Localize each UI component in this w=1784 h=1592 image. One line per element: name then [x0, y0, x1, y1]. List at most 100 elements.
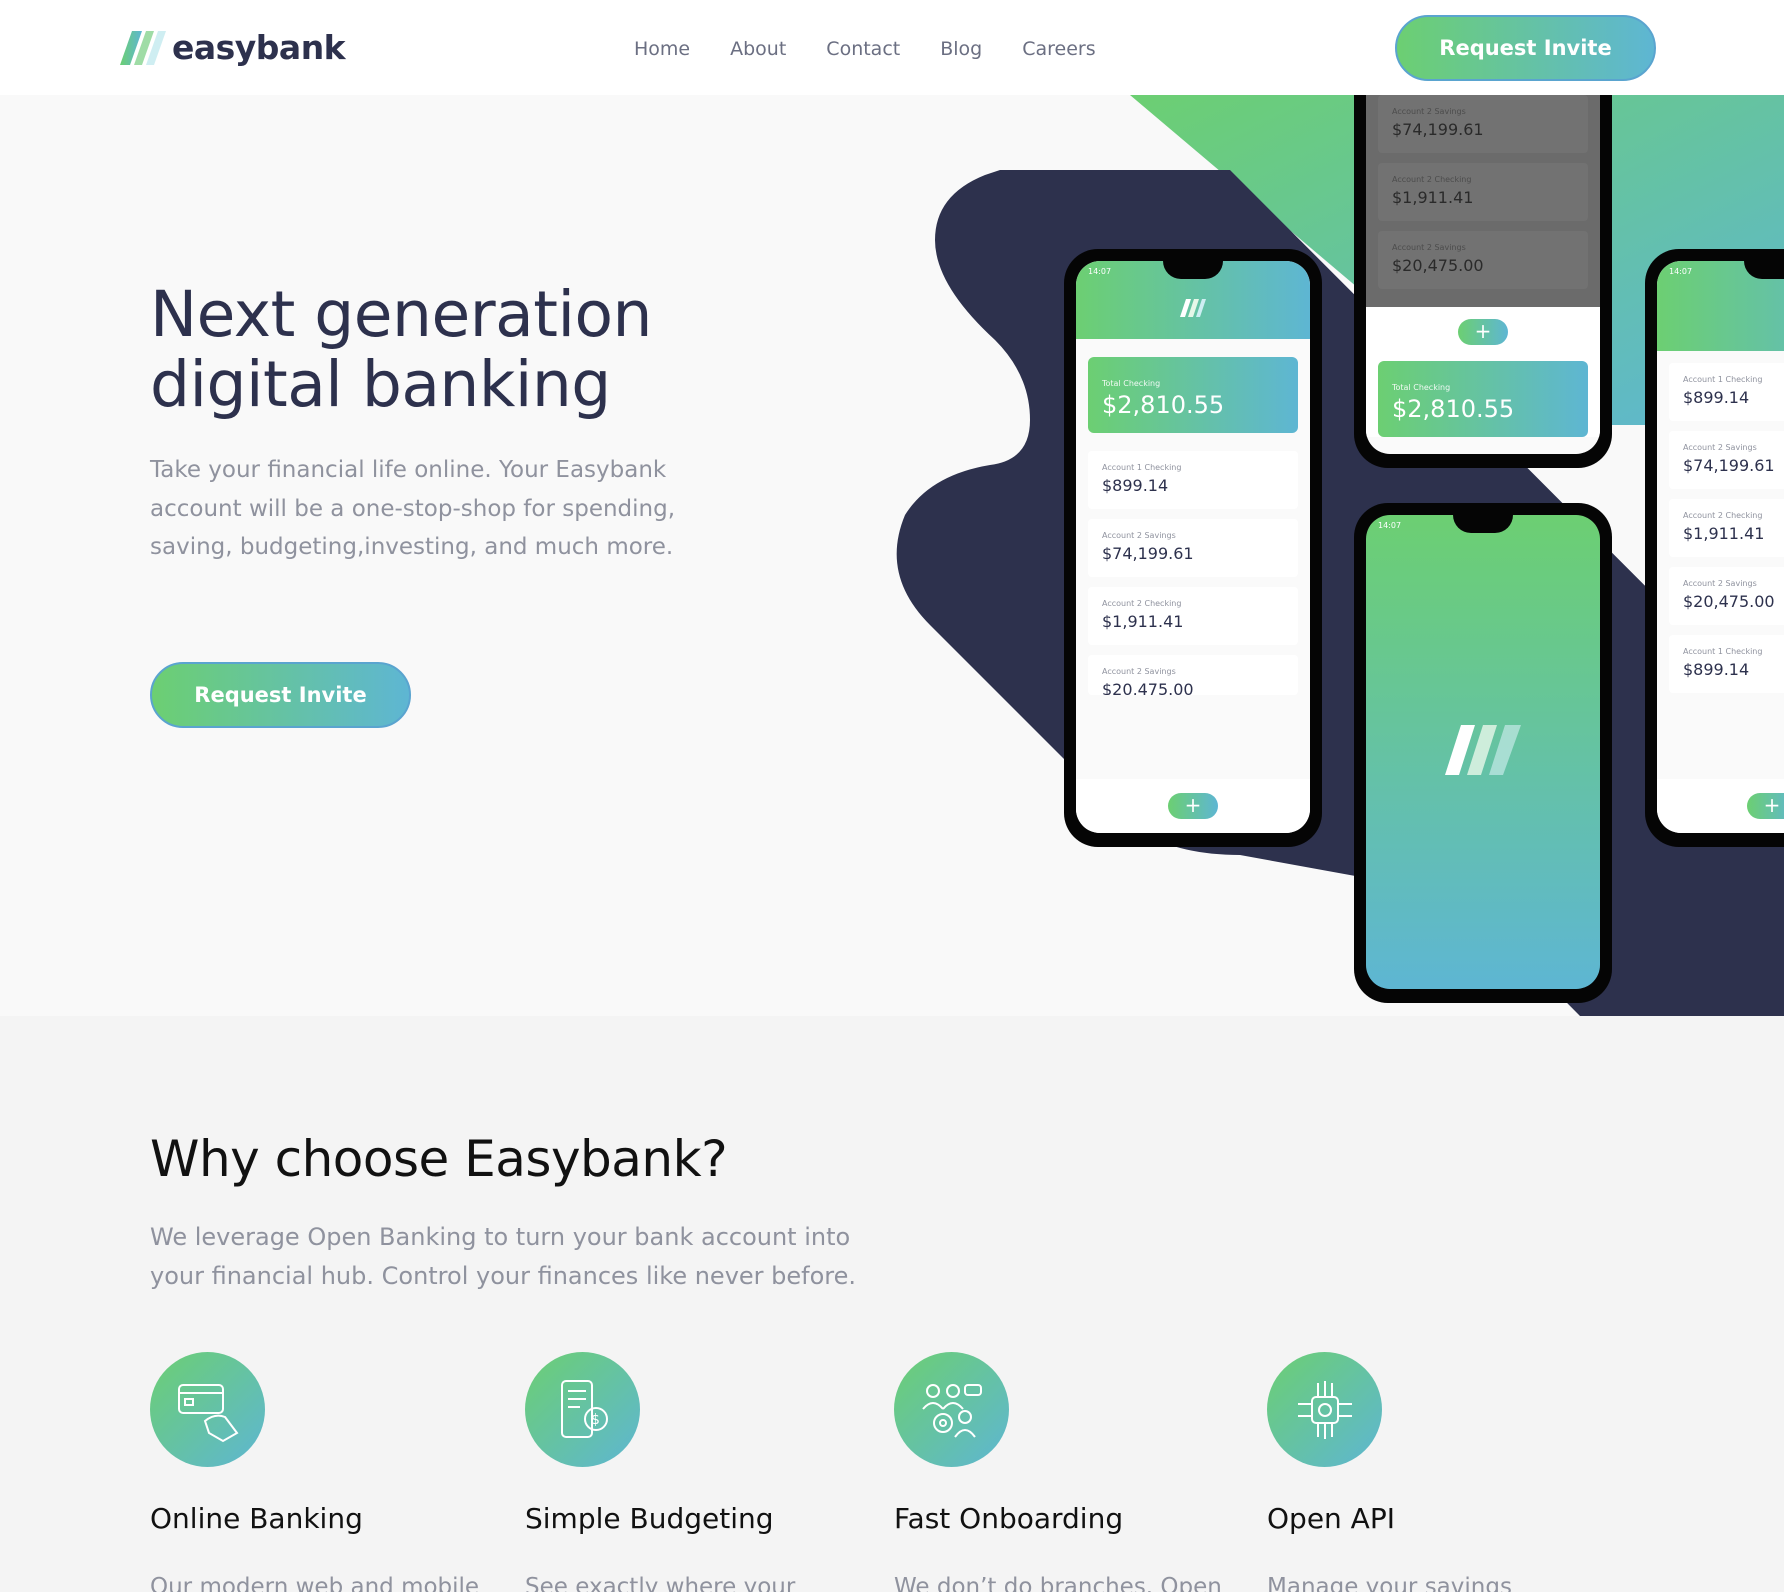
- phone-logo-icon: [1180, 299, 1206, 317]
- phone-budget-icon: $: [525, 1352, 640, 1467]
- phone-sheet: + Total Checking $2,810.55: [1366, 307, 1600, 437]
- phone-status-time: 14:07: [1669, 267, 1693, 276]
- total-label: Total Checking: [1102, 379, 1161, 388]
- phone-status-time: 14:07: [1378, 521, 1402, 530]
- phone-mockup-top: Account 2 Savings $74,199.61 Account 2 Ch…: [1354, 95, 1612, 468]
- account-amount: $1,911.41: [1683, 524, 1765, 543]
- account-label: Account 2 Checking: [1102, 599, 1182, 608]
- total-checking-card: Total Checking $2,810.55: [1088, 357, 1298, 433]
- feature-title: Fast Onboarding: [894, 1502, 1124, 1535]
- nav-link-careers[interactable]: Careers: [1022, 38, 1095, 60]
- top-navigation: easybank Home About Contact Blog Careers…: [0, 0, 1784, 95]
- phone-screen: 14:07 Account 1 Checking $899.14 Account …: [1657, 261, 1784, 833]
- feature-online-banking: Online Banking Our modern web and mobile: [150, 1352, 490, 1592]
- feature-desc: See exactly where your: [525, 1574, 796, 1592]
- feature-desc: Manage your savings: [1267, 1574, 1512, 1592]
- account-label: Account 2 Savings: [1683, 579, 1757, 588]
- nav-links: Home About Contact Blog Careers: [634, 38, 1136, 60]
- nav-link-contact[interactable]: Contact: [826, 38, 900, 60]
- brand-name: easybank: [172, 28, 346, 67]
- account-label: Account 2 Savings: [1392, 107, 1466, 116]
- account-label: Account 1 Checking: [1683, 647, 1763, 656]
- account-row: Account 2 Checking $1,911.41: [1669, 499, 1784, 557]
- phone-mockup-splash: 14:07: [1354, 503, 1612, 1003]
- splash-logo-icon: [1445, 725, 1521, 775]
- account-amount: $899.14: [1683, 388, 1750, 407]
- phone-account-list: Account 1 Checking $899.14 Account 2 Savi…: [1657, 351, 1784, 693]
- nav-link-blog[interactable]: Blog: [940, 38, 982, 60]
- account-amount: $899.14: [1683, 660, 1750, 679]
- account-amount: $74,199.61: [1392, 120, 1484, 139]
- account-amount: $74,199.61: [1683, 456, 1775, 475]
- total-amount: $2,810.55: [1392, 395, 1515, 423]
- feature-desc: We don’t do branches. Open: [894, 1574, 1222, 1592]
- why-title: Why choose Easybank?: [150, 1130, 728, 1188]
- account-row: Account 2 Checking $1,911.41: [1088, 587, 1298, 645]
- phone-header: 14:07: [1657, 261, 1784, 351]
- feature-title: Online Banking: [150, 1502, 363, 1535]
- why-subtitle: We leverage Open Banking to turn your ba…: [150, 1223, 857, 1290]
- account-amount: $20,475.00: [1392, 256, 1484, 275]
- phone-footer: +: [1076, 779, 1310, 833]
- account-amount: $1,911.41: [1102, 612, 1184, 631]
- account-label: Account 2 Checking: [1683, 511, 1763, 520]
- account-amount: $20,475.00: [1102, 680, 1194, 695]
- account-row: Account 1 Checking $899.14: [1669, 635, 1784, 693]
- card-hand-icon: [150, 1352, 265, 1467]
- hero-section: Next generation digital banking Take you…: [0, 95, 1784, 1016]
- nav-link-home[interactable]: Home: [634, 38, 690, 60]
- feature-fast-onboarding: Fast Onboarding We don’t do branches. Op…: [894, 1352, 1234, 1592]
- phone-status-time: 14:07: [1088, 267, 1112, 276]
- feature-title: Open API: [1267, 1502, 1395, 1535]
- nav-link-about[interactable]: About: [730, 38, 786, 60]
- account-label: Account 2 Checking: [1392, 175, 1472, 184]
- nav-request-invite-button[interactable]: Request Invite: [1395, 15, 1656, 81]
- account-label: Account 1 Checking: [1102, 463, 1182, 472]
- add-button[interactable]: +: [1458, 319, 1508, 345]
- feature-desc: Our modern web and mobile: [150, 1574, 480, 1592]
- hero-request-invite-button[interactable]: Request Invite: [150, 662, 411, 728]
- feature-open-api: Open API Manage your savings: [1267, 1352, 1607, 1592]
- phone-header: 14:07: [1076, 261, 1310, 339]
- hero-title-line2: digital banking: [150, 348, 611, 421]
- svg-text:$: $: [591, 1412, 600, 1428]
- account-row: Account 2 Savings $74,199.61: [1669, 431, 1784, 489]
- chip-api-icon: [1267, 1352, 1382, 1467]
- phone-mockup-left: 14:07 Total Checking $2,810.55 Account 1…: [1064, 249, 1322, 847]
- account-row: Account 2 Savings $20,475.00: [1378, 231, 1588, 289]
- feature-title: Simple Budgeting: [525, 1502, 774, 1535]
- account-row: Account 1 Checking $899.14: [1669, 363, 1784, 421]
- feature-simple-budgeting: $ Simple Budgeting See exactly where you…: [525, 1352, 865, 1592]
- hero-subtitle: Take your financial life online. Your Ea…: [150, 457, 676, 560]
- logo-stripes-icon: [120, 30, 166, 65]
- account-row: Account 1 Checking $899.14: [1088, 451, 1298, 509]
- account-label: Account 2 Savings: [1392, 243, 1466, 252]
- account-label: Account 2 Savings: [1683, 443, 1757, 452]
- total-checking-card: Total Checking $2,810.55: [1378, 361, 1588, 437]
- account-row: Account 2 Savings $20,475.00: [1669, 567, 1784, 625]
- account-row: Account 2 Savings $74,199.61: [1378, 95, 1588, 153]
- total-amount: $2,810.55: [1102, 391, 1225, 419]
- hero-title-line1: Next generation: [150, 278, 652, 351]
- phone-screen: 14:07 Total Checking $2,810.55 Account 1…: [1076, 261, 1310, 833]
- add-button[interactable]: +: [1168, 793, 1218, 819]
- account-amount: $20,475.00: [1683, 592, 1775, 611]
- account-label: Account 2 Savings: [1102, 667, 1176, 676]
- account-label: Account 2 Savings: [1102, 531, 1176, 540]
- phone-footer: +: [1657, 779, 1784, 833]
- brand-logo[interactable]: easybank: [120, 28, 346, 67]
- phone-mockup-right: 14:07 Account 1 Checking $899.14 Account …: [1645, 249, 1784, 847]
- account-amount: $899.14: [1102, 476, 1169, 495]
- phone-screen: 14:07: [1366, 515, 1600, 989]
- account-row: Account 2 Savings $74,199.61: [1088, 519, 1298, 577]
- account-amount: $74,199.61: [1102, 544, 1194, 563]
- account-amount: $1,911.41: [1392, 188, 1474, 207]
- account-row: Account 2 Savings $20,475.00: [1088, 655, 1298, 695]
- account-row: Account 2 Checking $1,911.41: [1378, 163, 1588, 221]
- total-label: Total Checking: [1392, 383, 1451, 392]
- team-onboarding-icon: [894, 1352, 1009, 1467]
- hero-title: Next generation digital banking: [150, 280, 652, 420]
- add-button[interactable]: +: [1747, 793, 1784, 819]
- account-label: Account 1 Checking: [1683, 375, 1763, 384]
- phone-screen: Account 2 Savings $74,199.61 Account 2 Ch…: [1366, 95, 1600, 454]
